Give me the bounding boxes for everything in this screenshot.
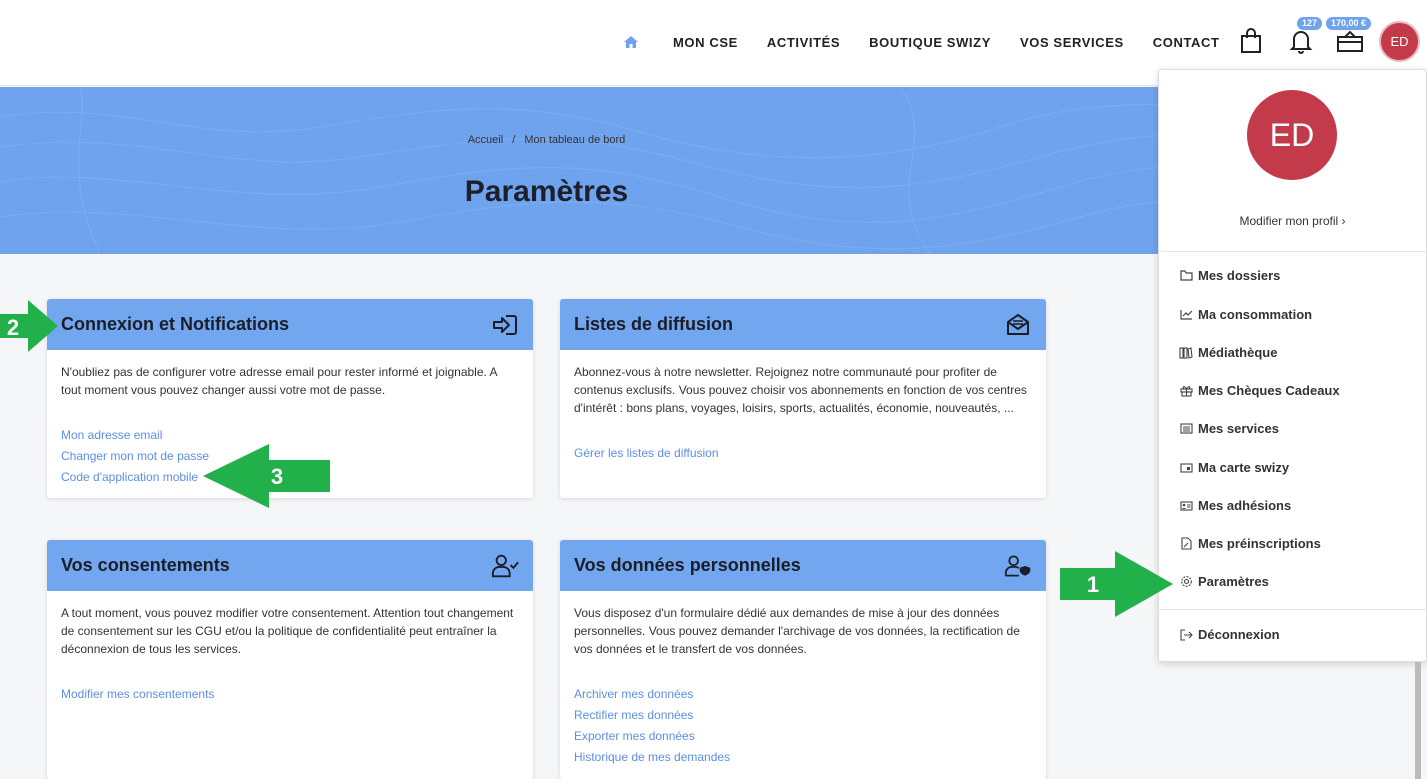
dropdown-avatar: ED xyxy=(1247,90,1337,180)
card-links: Gérer les listes de diffusion xyxy=(560,443,1046,464)
library-icon xyxy=(1179,346,1193,360)
logout-icon xyxy=(1179,628,1193,642)
menu-item-label: Paramètres xyxy=(1198,574,1269,589)
gear-icon xyxy=(1179,575,1193,589)
card-description: Vous disposez d'un formulaire dédié aux … xyxy=(574,606,1020,656)
breadcrumb-home[interactable]: Accueil xyxy=(468,134,503,146)
main-nav: MON CSE ACTIVITÉS BOUTIQUE SWIZY VOS SER… xyxy=(623,34,1249,50)
menu-item-mes-preinscriptions[interactable]: Mes préinscriptions xyxy=(1179,536,1321,551)
card-listes-diffusion: Listes de diffusion Abonnez-vous à notre… xyxy=(560,299,1046,498)
menu-item-label: Médiathèque xyxy=(1198,345,1278,360)
list-icon xyxy=(1179,422,1193,436)
gift-icon xyxy=(1179,384,1193,398)
divider xyxy=(1159,609,1426,610)
login-icon xyxy=(491,311,519,339)
card-donnees-personnelles: Vos données personnelles Vous disposez d… xyxy=(560,540,1046,779)
menu-item-label: Mes dossiers xyxy=(1198,268,1281,283)
annotation-number: 3 xyxy=(271,464,283,489)
breadcrumb-separator: / xyxy=(512,134,516,146)
menu-item-label: Mes services xyxy=(1198,421,1279,436)
link-email-address[interactable]: Mon adresse email xyxy=(61,425,519,446)
card-icon xyxy=(1179,461,1193,475)
card-header: Connexion et Notifications xyxy=(47,299,533,350)
menu-item-mediatheque[interactable]: Médiathèque xyxy=(1179,345,1277,360)
card-description: N'oubliez pas de configurer votre adress… xyxy=(61,365,497,397)
link-export-data[interactable]: Exporter mes données xyxy=(574,726,1032,747)
card-header: Vos consentements xyxy=(47,540,533,591)
card-consentements: Vos consentements A tout moment, vous po… xyxy=(47,540,533,779)
home-icon[interactable] xyxy=(623,34,641,50)
card-links: Modifier mes consentements xyxy=(47,684,533,705)
menu-item-label: Ma carte swizy xyxy=(1198,460,1290,475)
card-description: Abonnez-vous à notre newsletter. Rejoign… xyxy=(574,365,1027,415)
card-header: Listes de diffusion xyxy=(560,299,1046,350)
breadcrumb: Accueil / Mon tableau de bord xyxy=(0,134,1093,146)
link-edit-consents[interactable]: Modifier mes consentements xyxy=(61,684,519,705)
edit-profile-link[interactable]: Modifier mon profil › xyxy=(1159,214,1426,228)
bell-icon[interactable] xyxy=(1287,27,1315,55)
nav-contact[interactable]: CONTACT xyxy=(1153,35,1220,50)
shopping-bag-icon[interactable] xyxy=(1237,27,1265,55)
chart-line-icon xyxy=(1179,308,1193,322)
menu-item-ma-consommation[interactable]: Ma consommation xyxy=(1179,307,1312,322)
mail-open-icon xyxy=(1004,311,1032,339)
divider xyxy=(1159,251,1426,252)
folder-icon xyxy=(1179,269,1193,283)
menu-item-carte-swizy[interactable]: Ma carte swizy xyxy=(1179,460,1289,475)
link-rectify-data[interactable]: Rectifier mes données xyxy=(574,705,1032,726)
menu-item-label: Ma consommation xyxy=(1198,307,1313,322)
document-edit-icon xyxy=(1179,537,1193,551)
annotation-arrow-1: 1 xyxy=(1060,551,1173,617)
card-title: Vos données personnelles xyxy=(574,555,801,575)
nav-boutique-swizy[interactable]: BOUTIQUE SWIZY xyxy=(869,35,991,50)
card-description: A tout moment, vous pouvez modifier votr… xyxy=(61,606,514,656)
profile-dropdown: ED Modifier mon profil › Mes dossiers Ma… xyxy=(1158,69,1427,662)
menu-item-label: Mes préinscriptions xyxy=(1198,536,1321,551)
id-card-icon xyxy=(1179,499,1193,513)
card-title: Vos consentements xyxy=(61,555,230,575)
menu-item-cheques-cadeaux[interactable]: Mes Chèques Cadeaux xyxy=(1179,383,1340,398)
user-check-icon xyxy=(491,552,519,580)
annotation-number: 1 xyxy=(1087,572,1099,597)
link-archive-data[interactable]: Archiver mes données xyxy=(574,684,1032,705)
menu-item-mes-adhesions[interactable]: Mes adhésions xyxy=(1179,498,1291,513)
annotation-arrow-2: 2 xyxy=(0,300,58,352)
card-title: Connexion et Notifications xyxy=(61,314,290,334)
nav-activites[interactable]: ACTIVITÉS xyxy=(767,35,840,50)
menu-item-mes-dossiers[interactable]: Mes dossiers xyxy=(1179,268,1280,283)
link-manage-mailing-lists[interactable]: Gérer les listes de diffusion xyxy=(574,443,1032,464)
breadcrumb-current[interactable]: Mon tableau de bord xyxy=(524,134,625,146)
menu-item-mes-services[interactable]: Mes services xyxy=(1179,421,1279,436)
menu-item-label: Mes Chèques Cadeaux xyxy=(1198,383,1340,398)
card-header: Vos données personnelles xyxy=(560,540,1046,591)
notifications-badge: 127 xyxy=(1297,17,1323,30)
menu-item-deconnexion[interactable]: Déconnexion xyxy=(1179,627,1280,642)
card-links: Archiver mes données Rectifier mes donné… xyxy=(560,684,1046,768)
nav-vos-services[interactable]: VOS SERVICES xyxy=(1020,35,1124,50)
avatar[interactable]: ED xyxy=(1379,21,1420,62)
link-request-history[interactable]: Historique de mes demandes xyxy=(574,747,1032,768)
annotation-number: 2 xyxy=(7,315,19,340)
wallet-icon[interactable] xyxy=(1336,27,1364,55)
annotation-arrow-3: 3 xyxy=(203,444,330,508)
menu-item-parametres[interactable]: Paramètres xyxy=(1179,574,1269,589)
menu-item-label: Mes adhésions xyxy=(1198,498,1292,513)
page-title: Paramètres xyxy=(464,175,629,208)
user-shield-icon xyxy=(1004,552,1032,580)
scrollbar[interactable] xyxy=(1415,662,1421,779)
card-title: Listes de diffusion xyxy=(574,314,734,334)
menu-item-label: Déconnexion xyxy=(1198,627,1280,642)
wallet-badge: 170,00 € xyxy=(1326,17,1372,30)
nav-mon-cse[interactable]: MON CSE xyxy=(673,35,738,50)
